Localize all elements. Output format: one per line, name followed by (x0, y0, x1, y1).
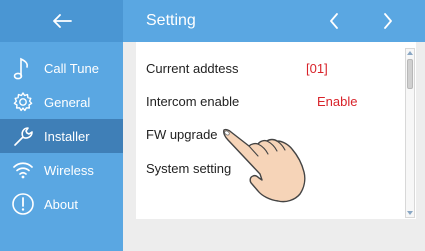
chevron-left-icon (330, 13, 338, 29)
header-bar: Setting (0, 0, 425, 42)
sidebar-item-label: Call Tune (44, 60, 99, 76)
back-button[interactable] (0, 0, 123, 42)
row-value: Enable (317, 93, 358, 109)
row-label: Current addtess (146, 60, 239, 76)
prev-page-button[interactable] (316, 0, 352, 42)
settings-screen: Setting Call Tune General Installer Wire… (0, 0, 425, 251)
gear-icon (10, 89, 36, 115)
sidebar: Call Tune General Installer Wireless Abo… (0, 42, 123, 251)
row-current-address[interactable]: Current addtess [01] (146, 54, 401, 82)
sidebar-item-installer[interactable]: Installer (0, 119, 123, 153)
row-label: FW upgrade (146, 126, 218, 142)
info-icon (10, 191, 36, 217)
sidebar-item-label: General (44, 94, 91, 110)
pointing-hand-icon (222, 128, 322, 208)
sidebar-item-general[interactable]: General (0, 85, 123, 119)
page-title: Setting (146, 12, 196, 29)
scroll-thumb[interactable] (407, 59, 413, 89)
sidebar-item-label: About (44, 196, 78, 212)
sidebar-item-label: Wireless (44, 162, 94, 178)
sidebar-item-about[interactable]: About (0, 187, 123, 221)
wifi-icon (10, 157, 36, 183)
row-label: Intercom enable (146, 93, 240, 109)
sidebar-item-label: Installer (44, 128, 90, 144)
next-page-button[interactable] (370, 0, 406, 42)
scroll-down-arrow-icon[interactable] (406, 209, 414, 217)
row-intercom-enable[interactable]: Intercom enable Enable (146, 87, 401, 115)
music-note-icon (10, 55, 36, 81)
scrollbar[interactable] (405, 48, 415, 218)
row-value: [01] (306, 60, 328, 76)
sidebar-item-wireless[interactable]: Wireless (0, 153, 123, 187)
row-label: System setting (146, 160, 232, 176)
scroll-up-arrow-icon[interactable] (406, 49, 414, 57)
chevron-right-icon (384, 13, 392, 29)
wrench-icon (10, 123, 36, 149)
arrow-left-icon (52, 14, 72, 28)
sidebar-item-call-tune[interactable]: Call Tune (0, 51, 123, 85)
